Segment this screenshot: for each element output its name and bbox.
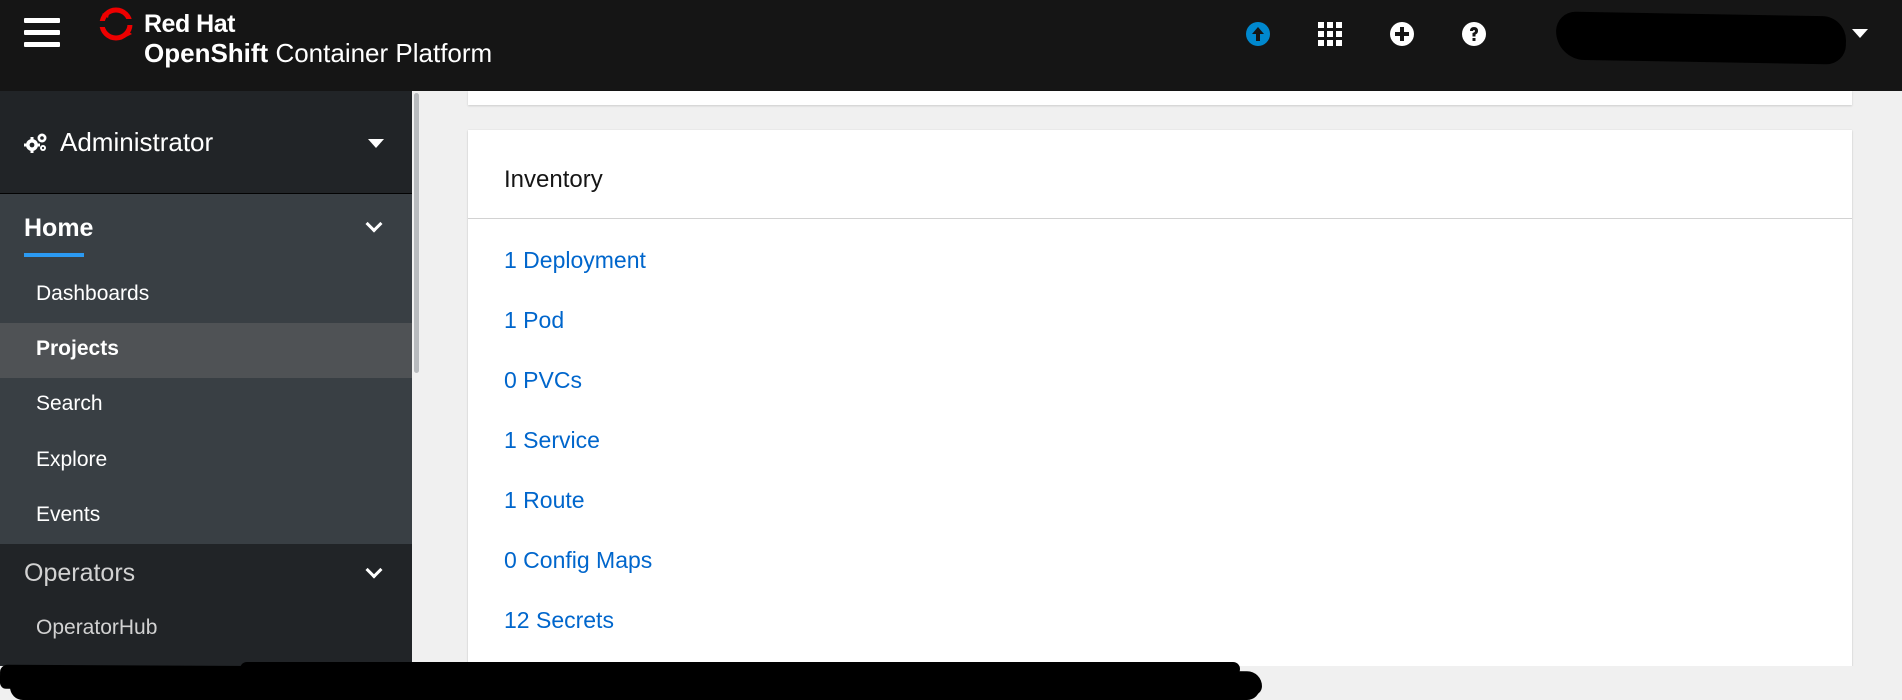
inventory-link-pvcs[interactable]: 0 PVCs: [504, 367, 582, 394]
inventory-link-config-maps[interactable]: 0 Config Maps: [504, 547, 652, 574]
sidebar-item-dashboards[interactable]: Dashboards: [0, 268, 412, 323]
sidebar-item-operatorhub[interactable]: OperatorHub: [0, 602, 412, 657]
help-icon[interactable]: [1456, 16, 1492, 52]
red-hat-icon: [98, 7, 138, 41]
inventory-link-secrets[interactable]: 12 Secrets: [504, 607, 614, 634]
active-section-indicator: [24, 253, 84, 257]
nav-section-home: Home Dashboards Projects Search Explore …: [0, 194, 412, 544]
sidebar-item-projects[interactable]: Projects: [0, 323, 412, 378]
plus-circle-icon[interactable]: [1384, 16, 1420, 52]
caret-down-icon: [368, 139, 384, 148]
menu-icon[interactable]: [24, 18, 60, 52]
chevron-down-icon[interactable]: [365, 561, 383, 579]
sidebar-item-events[interactable]: Events: [0, 489, 412, 544]
brand-name: Red Hat: [144, 10, 235, 38]
nav-section-home-title[interactable]: Home: [24, 214, 93, 243]
sidebar-item-explore[interactable]: Explore: [0, 434, 412, 489]
caret-down-icon[interactable]: [1852, 29, 1868, 38]
previous-card-bottom: [468, 91, 1852, 105]
perspective-label: Administrator: [60, 127, 214, 157]
upload-icon[interactable]: [1240, 16, 1276, 52]
inventory-link-deployments[interactable]: 1 Deployment: [504, 247, 646, 274]
inventory-link-services[interactable]: 1 Service: [504, 427, 600, 454]
cogs-icon: [24, 133, 47, 153]
sidebar-scrollbar[interactable]: [414, 93, 419, 373]
masthead: Red Hat OpenShift Container Platform: [0, 0, 1902, 91]
divider: [468, 218, 1852, 219]
chevron-down-icon[interactable]: [365, 215, 383, 233]
user-menu-redacted[interactable]: [1555, 11, 1847, 65]
inventory-title: Inventory: [504, 166, 603, 193]
inventory-link-pods[interactable]: 1 Pod: [504, 307, 564, 334]
inventory-link-routes[interactable]: 1 Route: [504, 487, 585, 514]
sidebar-item-search[interactable]: Search: [0, 378, 412, 433]
product-name: OpenShift Container Platform: [144, 38, 493, 68]
sidebar: Administrator Home Dashboards Projects S…: [0, 91, 412, 700]
nav-section-operators-title[interactable]: Operators: [24, 559, 135, 588]
inventory-card: Inventory 1 Deployment 1 Pod 0 PVCs 1 Se…: [468, 130, 1852, 675]
app-launcher-icon[interactable]: [1312, 16, 1348, 52]
perspective-switcher[interactable]: Administrator: [0, 91, 412, 194]
